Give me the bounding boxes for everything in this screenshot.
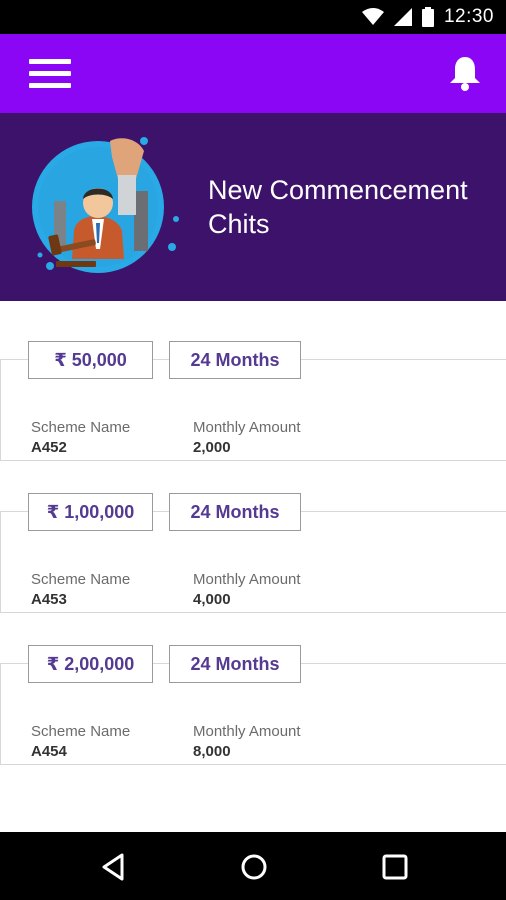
banner: New Commencement Chits	[0, 113, 506, 301]
monthly-amount-label: Monthly Amount	[193, 723, 301, 740]
back-triangle-icon[interactable]	[98, 851, 130, 883]
system-nav-bar	[0, 832, 506, 900]
scheme-name-label: Scheme Name	[31, 419, 131, 436]
scheme-name-label: Scheme Name	[31, 723, 131, 740]
monthly-amount-value: 2,000	[193, 439, 231, 456]
auction-gavel-illustration	[26, 131, 186, 291]
scheme-card[interactable]: Scheme Name A453 Monthly Amount 4,000 ₹ …	[0, 493, 506, 613]
chit-amount-badge: ₹ 50,000	[28, 341, 153, 379]
chit-amount-badge: ₹ 2,00,000	[28, 645, 153, 683]
chit-amount-badge: ₹ 1,00,000	[28, 493, 153, 531]
scheme-name-value: A452	[31, 439, 67, 456]
banner-title: New Commencement Chits	[208, 175, 468, 239]
monthly-amount-value: 8,000	[193, 743, 231, 760]
monthly-amount-value: 4,000	[193, 591, 231, 608]
recents-square-icon[interactable]	[379, 851, 411, 883]
chit-duration-badge: 24 Months	[169, 493, 301, 531]
signal-icon	[393, 8, 412, 26]
scheme-card[interactable]: Scheme Name A454 Monthly Amount 8,000 ₹ …	[0, 645, 506, 765]
status-bar: 12:30	[0, 0, 506, 34]
bell-icon[interactable]	[446, 54, 484, 92]
scheme-name-value: A453	[31, 591, 67, 608]
scheme-card[interactable]: Scheme Name A452 Monthly Amount 2,000 ₹ …	[0, 341, 506, 461]
hamburger-menu-icon[interactable]	[22, 56, 72, 92]
monthly-amount-label: Monthly Amount	[193, 571, 301, 588]
battery-icon	[421, 7, 434, 27]
status-time: 12:30	[443, 6, 494, 27]
scheme-name-label: Scheme Name	[31, 571, 131, 588]
app-bar	[0, 34, 506, 113]
home-circle-icon[interactable]	[238, 851, 270, 883]
chit-duration-badge: 24 Months	[169, 341, 301, 379]
scheme-name-value: A454	[31, 743, 67, 760]
wifi-icon	[361, 8, 384, 26]
chit-duration-badge: 24 Months	[169, 645, 301, 683]
monthly-amount-label: Monthly Amount	[193, 419, 301, 436]
